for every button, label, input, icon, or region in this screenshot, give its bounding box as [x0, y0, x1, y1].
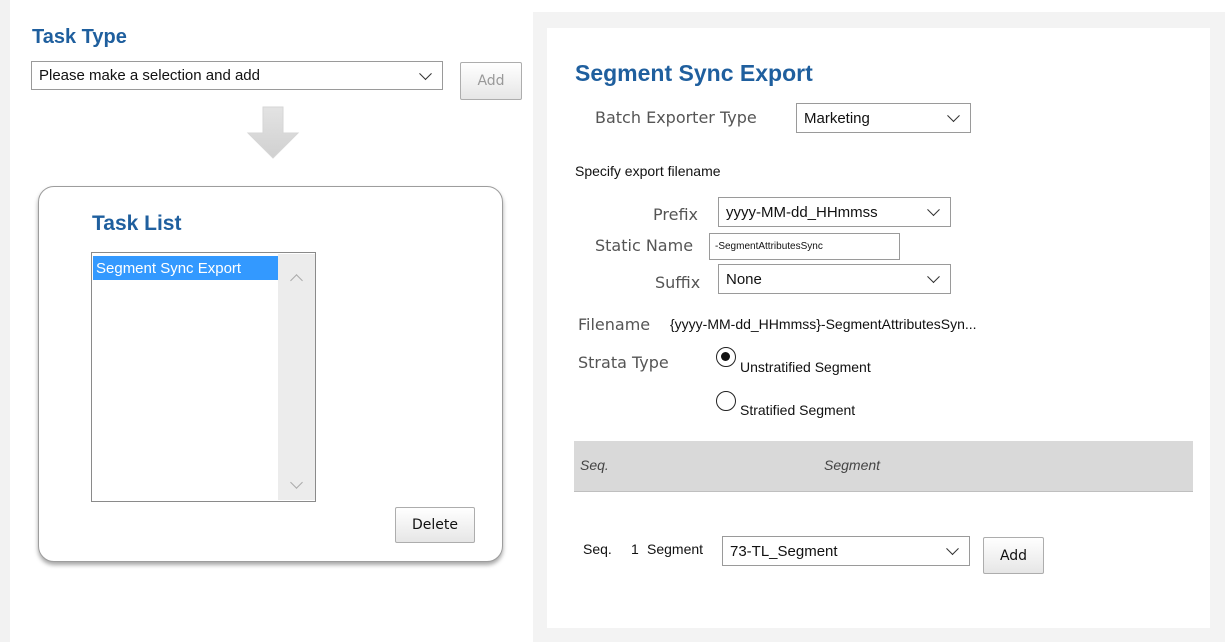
unstratified-radio-label[interactable]: Unstratified Segment [740, 359, 871, 375]
static-name-input[interactable]: -SegmentAttributesSync [709, 233, 900, 260]
batch-exporter-type-select[interactable]: Marketing [796, 103, 971, 133]
scroll-down-icon[interactable] [290, 476, 303, 489]
seq-number: 1 [631, 541, 639, 557]
suffix-label: Suffix [655, 273, 701, 292]
stratified-radio-label[interactable]: Stratified Segment [740, 402, 855, 418]
batch-exporter-type-label: Batch Exporter Type [595, 108, 757, 127]
list-item[interactable]: Segment Sync Export [93, 256, 278, 280]
chevron-down-icon [927, 270, 940, 284]
add-task-button[interactable]: Add [460, 62, 522, 100]
page-title: Segment Sync Export [575, 60, 813, 86]
chevron-down-icon [947, 109, 960, 123]
grid-header-seq: Seq. [580, 457, 609, 473]
scroll-up-icon[interactable] [290, 274, 303, 287]
add-segment-button[interactable]: Add [983, 537, 1044, 574]
task-list-title: Task List [92, 212, 182, 235]
grid-header-segment: Segment [824, 457, 881, 473]
segment-select[interactable]: 73-TL_Segment [722, 536, 970, 566]
segment-grid-header: Seq. Segment [574, 441, 1193, 492]
task-type-select-value: Please make a selection and add [39, 67, 260, 84]
batch-exporter-type-value: Marketing [804, 109, 870, 127]
prefix-label: Prefix [653, 205, 698, 224]
prefix-select[interactable]: yyyy-MM-dd_HHmmss [718, 197, 951, 227]
chevron-down-icon [419, 66, 432, 80]
task-type-title: Task Type [32, 26, 127, 48]
prefix-value: yyyy-MM-dd_HHmmss [726, 203, 878, 221]
scrollbar[interactable] [278, 254, 315, 500]
static-name-value: -SegmentAttributesSync [715, 241, 823, 252]
segment-value: 73-TL_Segment [730, 542, 838, 560]
chevron-down-icon [927, 203, 940, 217]
unstratified-radio[interactable] [716, 347, 736, 367]
specify-filename-label: Specify export filename [575, 163, 721, 179]
filename-label: Filename [578, 315, 651, 334]
strata-type-label: Strata Type [578, 353, 669, 372]
filename-value: {yyyy-MM-dd_HHmmss}-SegmentAttributesSyn… [670, 316, 977, 332]
left-edge-strip [0, 0, 10, 642]
suffix-select[interactable]: None [718, 264, 951, 294]
task-type-select[interactable]: Please make a selection and add [31, 61, 443, 90]
down-arrow-icon [246, 106, 300, 159]
delete-task-button[interactable]: Delete [395, 507, 475, 543]
segment-label: Segment [647, 541, 704, 557]
static-name-label: Static Name [595, 236, 694, 255]
chevron-down-icon [946, 542, 959, 556]
stratified-radio[interactable] [716, 391, 736, 411]
task-listbox[interactable]: Segment Sync Export [91, 252, 316, 502]
seq-label: Seq. [583, 541, 612, 557]
suffix-value: None [726, 270, 762, 288]
